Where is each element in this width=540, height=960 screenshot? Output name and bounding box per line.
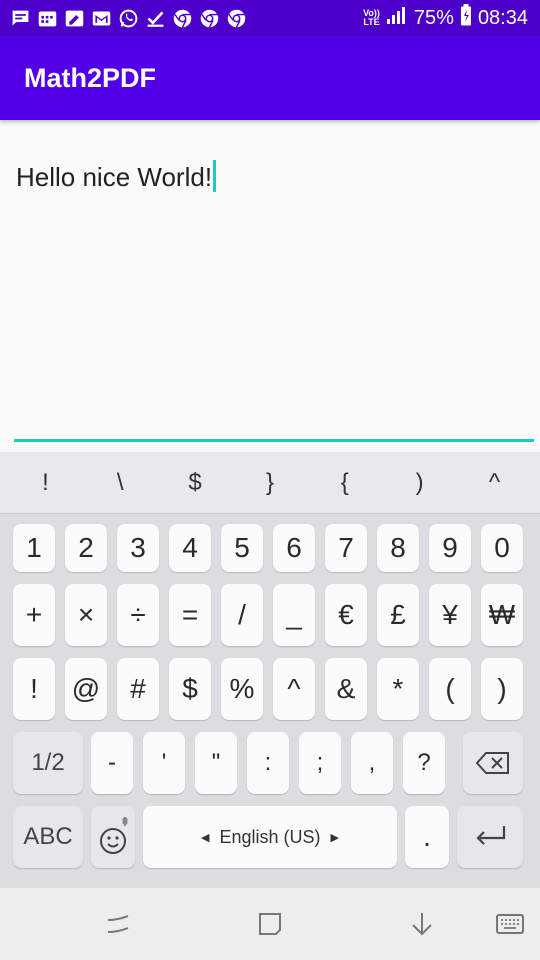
key-caret[interactable]: ^ [273, 658, 315, 720]
status-bar: Vo)) LTE 75% 08:34 [0, 0, 540, 36]
backspace-icon [476, 752, 509, 774]
message-icon [10, 8, 31, 29]
key-dollar[interactable]: $ [169, 658, 211, 720]
keyboard-icon [496, 914, 524, 934]
home-icon [259, 913, 281, 935]
key-equals[interactable]: = [169, 584, 211, 646]
enter-key[interactable] [457, 806, 523, 868]
emoji-icon [100, 817, 128, 854]
app-bar: Math2PDF [0, 36, 540, 120]
key-2[interactable]: 2 [65, 524, 107, 572]
key-7[interactable]: 7 [325, 524, 367, 572]
key-apostrophe[interactable]: ' [143, 732, 185, 794]
key-asterisk[interactable]: * [377, 658, 419, 720]
key-3[interactable]: 3 [117, 524, 159, 572]
key-yen[interactable]: ¥ [429, 584, 471, 646]
key-close-paren[interactable]: ) [481, 658, 523, 720]
key-question[interactable]: ? [403, 732, 445, 794]
right-arrow-icon: ▶ [330, 831, 339, 844]
suggestion-key[interactable]: ! [15, 469, 75, 497]
key-won[interactable]: ₩ [481, 584, 523, 646]
signal-icon [386, 5, 408, 31]
symbol-suggestion-row: ! \ $ } { ) ^ [0, 452, 540, 514]
key-euro[interactable]: € [325, 584, 367, 646]
battery-percent: 75% [413, 6, 454, 29]
key-colon[interactable]: : [247, 732, 289, 794]
clock: 08:34 [477, 6, 528, 29]
home-button[interactable] [252, 906, 288, 942]
key-quote[interactable]: " [195, 732, 237, 794]
period-key[interactable]: . [405, 806, 449, 868]
notification-icons [10, 8, 247, 29]
key-at[interactable]: @ [65, 658, 107, 720]
suggestion-key[interactable]: } [240, 469, 300, 497]
suggestion-key[interactable]: { [315, 469, 375, 497]
backspace-key[interactable] [463, 732, 523, 794]
system-status: Vo)) LTE 75% 08:34 [363, 4, 528, 32]
recents-icon [107, 915, 129, 933]
key-5[interactable]: 5 [221, 524, 263, 572]
suggestion-key[interactable]: \ [90, 469, 150, 497]
suggestion-key[interactable]: $ [165, 469, 225, 497]
key-divide[interactable]: ÷ [117, 584, 159, 646]
key-8[interactable]: 8 [377, 524, 419, 572]
key-9[interactable]: 9 [429, 524, 471, 572]
keyboard-switch-button[interactable] [492, 906, 528, 942]
suggestion-key[interactable]: ^ [464, 469, 524, 497]
emoji-key[interactable] [91, 806, 135, 868]
enter-icon [476, 826, 506, 845]
chrome-icon [226, 8, 247, 29]
space-key[interactable]: ◀ English (US) ▶ [143, 806, 397, 868]
key-multiply[interactable]: × [65, 584, 107, 646]
language-label: English (US) [219, 826, 321, 847]
text-input[interactable]: Hello nice World! [14, 150, 534, 442]
calendar-icon [37, 8, 58, 29]
checkmark-icon [145, 8, 166, 29]
key-0[interactable]: 0 [481, 524, 523, 572]
hide-keyboard-button[interactable] [404, 906, 440, 942]
recents-button[interactable] [100, 906, 136, 942]
navigation-bar [0, 888, 540, 960]
volte-line2: LTE [363, 17, 380, 27]
key-ampersand[interactable]: & [325, 658, 367, 720]
input-text: Hello nice World! [16, 162, 213, 192]
chevron-down-icon [412, 913, 432, 936]
app-title: Math2PDF [24, 62, 157, 93]
text-caret [213, 160, 217, 192]
key-4[interactable]: 4 [169, 524, 211, 572]
key-semicolon[interactable]: ; [299, 732, 341, 794]
key-pound[interactable]: £ [377, 584, 419, 646]
key-hash[interactable]: # [117, 658, 159, 720]
volte-indicator: Vo)) LTE [363, 9, 380, 27]
page-toggle-key[interactable]: 1/2 [13, 732, 83, 794]
note-icon [64, 8, 85, 29]
keyboard: ! \ $ } { ) ^ 1 2 3 4 5 6 7 8 9 0 + × ÷ … [0, 452, 540, 888]
key-6[interactable]: 6 [273, 524, 315, 572]
key-open-paren[interactable]: ( [429, 658, 471, 720]
key-1[interactable]: 1 [13, 524, 55, 572]
chrome-icon [199, 8, 220, 29]
key-plus[interactable]: + [13, 584, 55, 646]
gmail-icon [91, 8, 112, 29]
key-comma[interactable]: , [351, 732, 393, 794]
chrome-icon [172, 8, 193, 29]
suggestion-key[interactable]: ) [390, 469, 450, 497]
key-hyphen[interactable]: - [91, 732, 133, 794]
whatsapp-icon [118, 8, 139, 29]
battery-icon [460, 4, 472, 32]
left-arrow-icon: ◀ [201, 831, 210, 844]
abc-key[interactable]: ABC [13, 806, 83, 868]
key-exclamation[interactable]: ! [13, 658, 55, 720]
key-slash[interactable]: / [221, 584, 263, 646]
key-percent[interactable]: % [221, 658, 263, 720]
key-underscore[interactable]: _ [273, 584, 315, 646]
